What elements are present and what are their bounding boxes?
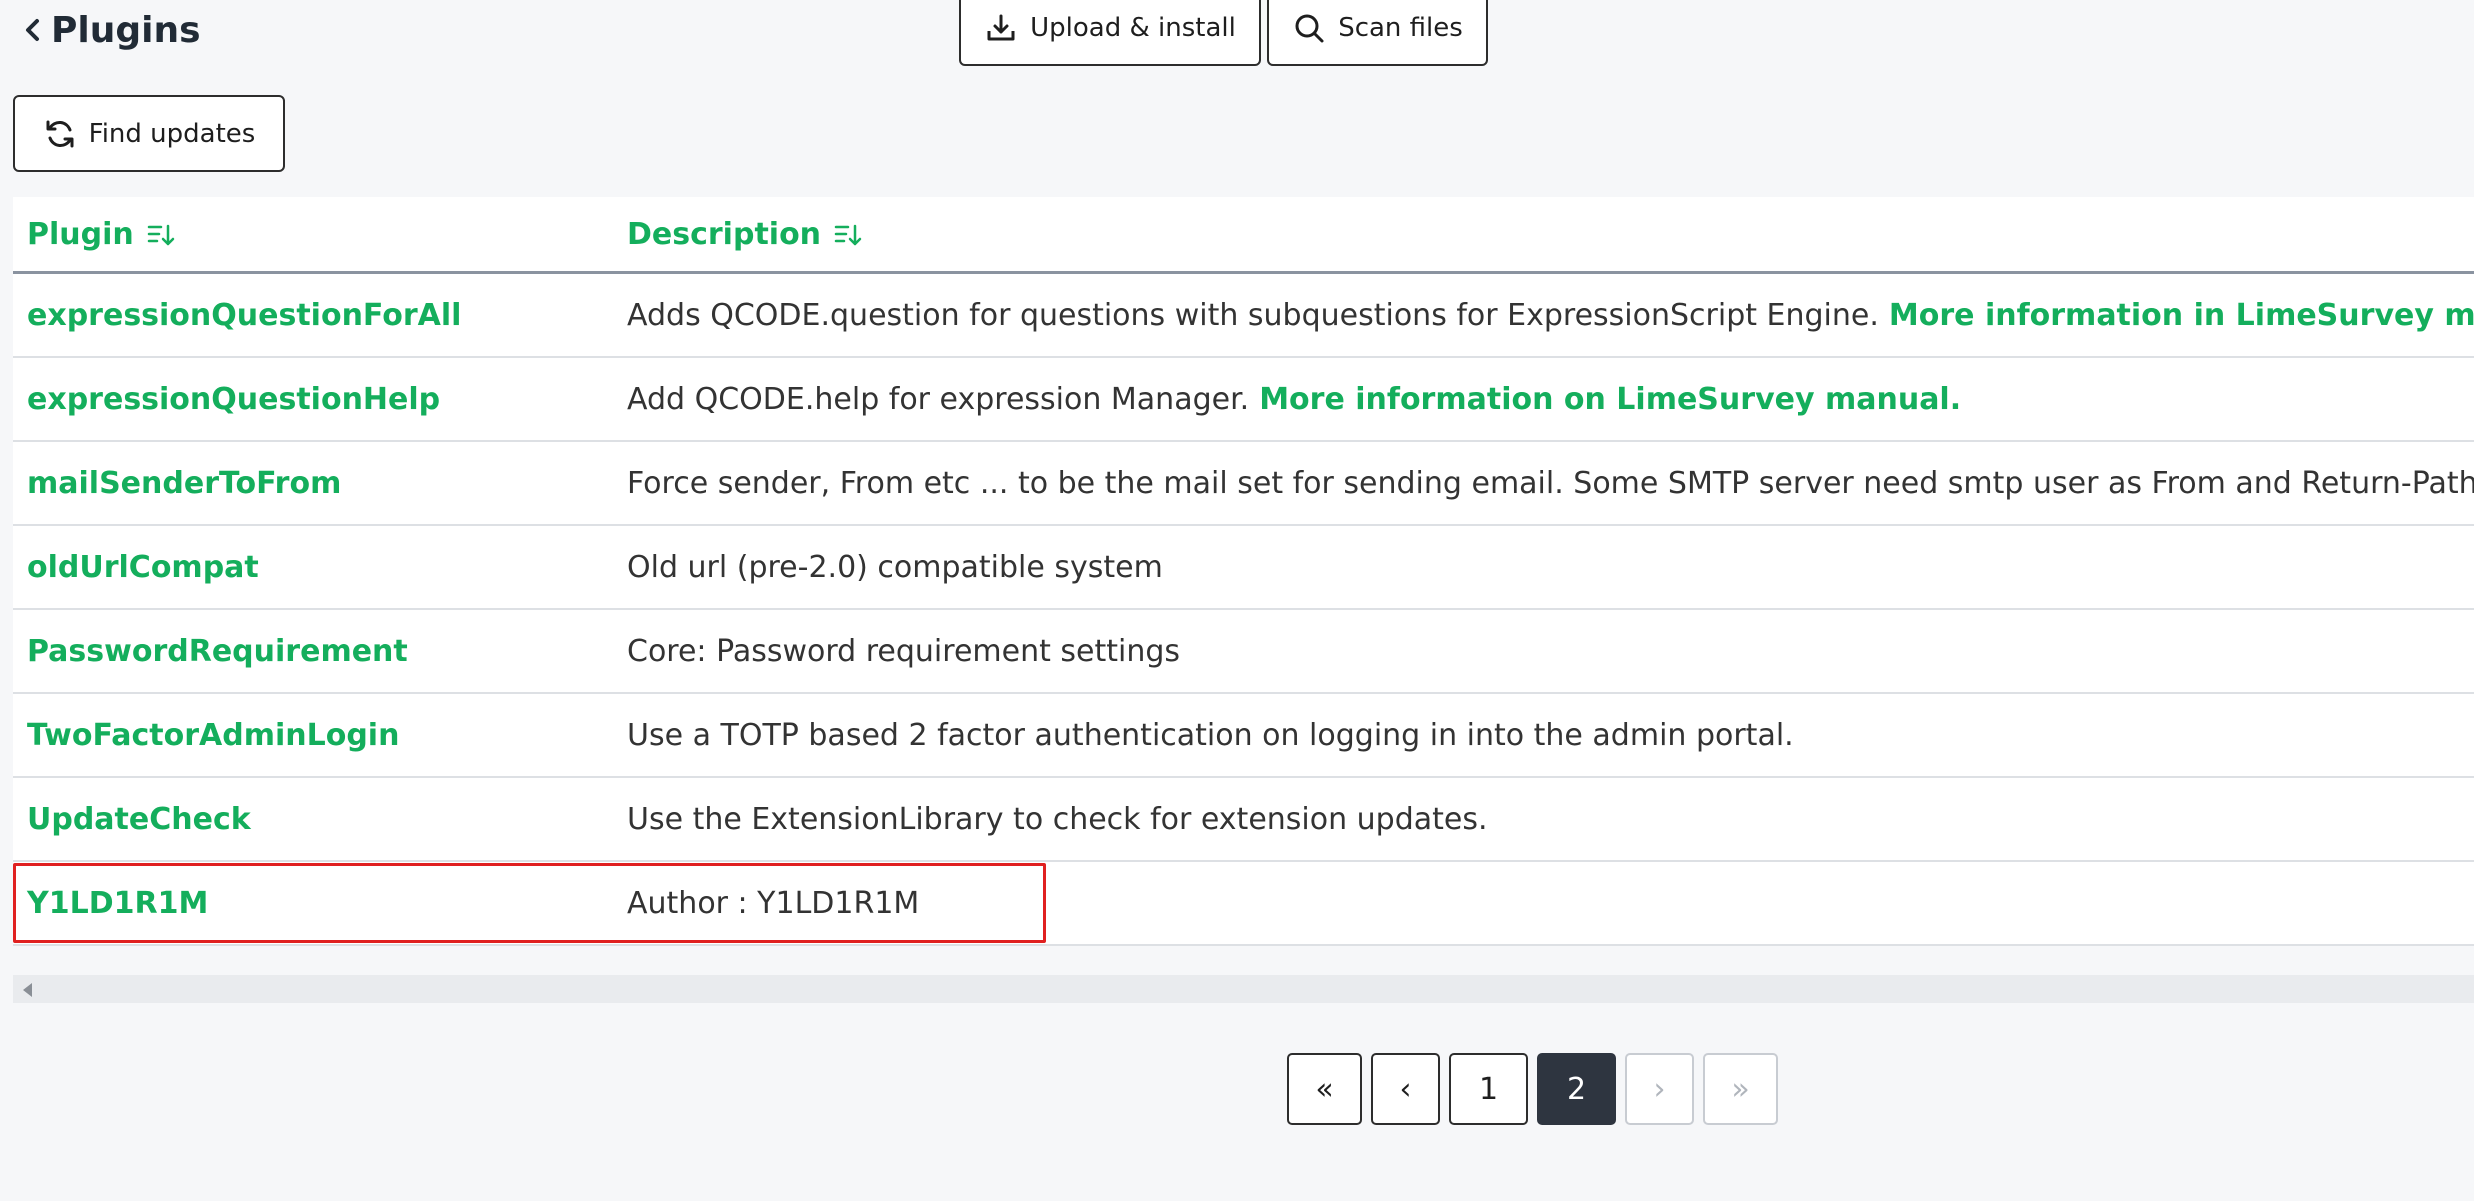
plugin-name-link[interactable]: TwoFactorAdminLogin — [27, 694, 399, 776]
table-header: Plugin Description — [13, 197, 2474, 274]
back-to-plugins-link[interactable]: Plugins — [23, 2, 201, 58]
description-text: Use a TOTP based 2 factor authentication… — [627, 717, 1794, 753]
refresh-icon — [46, 120, 74, 147]
plugin-name-link[interactable]: mailSenderToFrom — [27, 442, 341, 524]
plugin-description: Old url (pre-2.0) compatible system — [627, 526, 1163, 608]
scan-files-label: Scan files — [1338, 13, 1463, 43]
plugin-name-link[interactable]: Y1LD1R1M — [27, 862, 208, 944]
table-row: oldUrlCompat Old url (pre-2.0) compatibl… — [13, 526, 2474, 610]
column-header-description[interactable]: Description — [627, 217, 863, 252]
sort-icon — [834, 224, 862, 245]
scroll-left-arrow-icon[interactable] — [23, 983, 32, 997]
upload-icon — [987, 14, 1015, 41]
last-page-button: » — [1703, 1053, 1778, 1125]
table-row: TwoFactorAdminLogin Use a TOTP based 2 f… — [13, 694, 2474, 778]
manual-link[interactable]: More information on LimeSurvey manual. — [1259, 382, 1961, 417]
table-row: mailSenderToFrom Force sender, From etc … — [13, 442, 2474, 526]
table-row: UpdateCheck Use the ExtensionLibrary to … — [13, 778, 2474, 862]
plugin-description: Author : Y1LD1R1M — [627, 862, 919, 944]
column-header-label: Description — [627, 217, 822, 252]
description-text: Old url (pre-2.0) compatible system — [627, 549, 1163, 585]
table-row: PasswordRequirement Core: Password requi… — [13, 610, 2474, 694]
upload-install-button[interactable]: Upload & install — [959, 0, 1261, 66]
description-text: Adds QCODE.question for questions with s… — [627, 297, 1879, 333]
find-updates-label: Find updates — [88, 118, 256, 149]
find-updates-button[interactable]: Find updates — [13, 95, 285, 172]
description-text: Add QCODE.help for expression Manager. — [627, 381, 1250, 417]
next-page-button: › — [1625, 1053, 1694, 1125]
pagination: « ‹ 1 2 › » — [1287, 1053, 1778, 1125]
first-page-button[interactable]: « — [1287, 1053, 1362, 1125]
horizontal-scrollbar[interactable] — [13, 975, 2474, 1003]
description-text: Force sender, From etc ... to be the mai… — [627, 465, 2474, 501]
plugin-description: Force sender, From etc ... to be the mai… — [627, 442, 2474, 524]
plugin-name-link[interactable]: expressionQuestionForAll — [27, 274, 461, 356]
search-icon — [1295, 14, 1324, 43]
manual-link[interactable]: More information in LimeSurvey manual. — [1889, 298, 2474, 333]
table-row: expressionQuestionForAll Adds QCODE.ques… — [13, 274, 2474, 358]
plugin-name-link[interactable]: PasswordRequirement — [27, 610, 408, 692]
page-1-button[interactable]: 1 — [1449, 1053, 1528, 1125]
description-text: Core: Password requirement settings — [627, 633, 1181, 669]
plugin-name-link[interactable]: UpdateCheck — [27, 778, 251, 860]
column-header-plugin[interactable]: Plugin — [27, 217, 176, 252]
plugin-description: Use a TOTP based 2 factor authentication… — [627, 694, 1794, 776]
plugin-name-link[interactable]: expressionQuestionHelp — [27, 358, 440, 440]
chevron-left-icon — [26, 19, 39, 41]
table-row-highlighted: Y1LD1R1M Author : Y1LD1R1M — [13, 862, 2474, 946]
plugin-description: Core: Password requirement settings — [627, 610, 1180, 692]
table-row: expressionQuestionHelp Add QCODE.help fo… — [13, 358, 2474, 442]
previous-page-button[interactable]: ‹ — [1371, 1053, 1440, 1125]
plugin-description: Adds QCODE.question for questions with s… — [627, 274, 2474, 356]
plugins-table: Plugin Description expressionQuestionFor… — [13, 197, 2474, 946]
description-text: Use the ExtensionLibrary to check for ex… — [627, 801, 1488, 837]
page-2-button-current[interactable]: 2 — [1537, 1053, 1616, 1125]
sort-icon — [147, 224, 174, 245]
column-header-label: Plugin — [27, 217, 134, 252]
plugin-description: Add QCODE.help for expression Manager. M… — [627, 358, 1961, 440]
upload-install-label: Upload & install — [1030, 13, 1236, 43]
description-text: Author : Y1LD1R1M — [627, 885, 920, 921]
scan-files-button[interactable]: Scan files — [1267, 0, 1488, 66]
plugin-description: Use the ExtensionLibrary to check for ex… — [627, 778, 1488, 860]
page-title: Plugins — [51, 9, 201, 51]
plugin-name-link[interactable]: oldUrlCompat — [27, 526, 259, 608]
